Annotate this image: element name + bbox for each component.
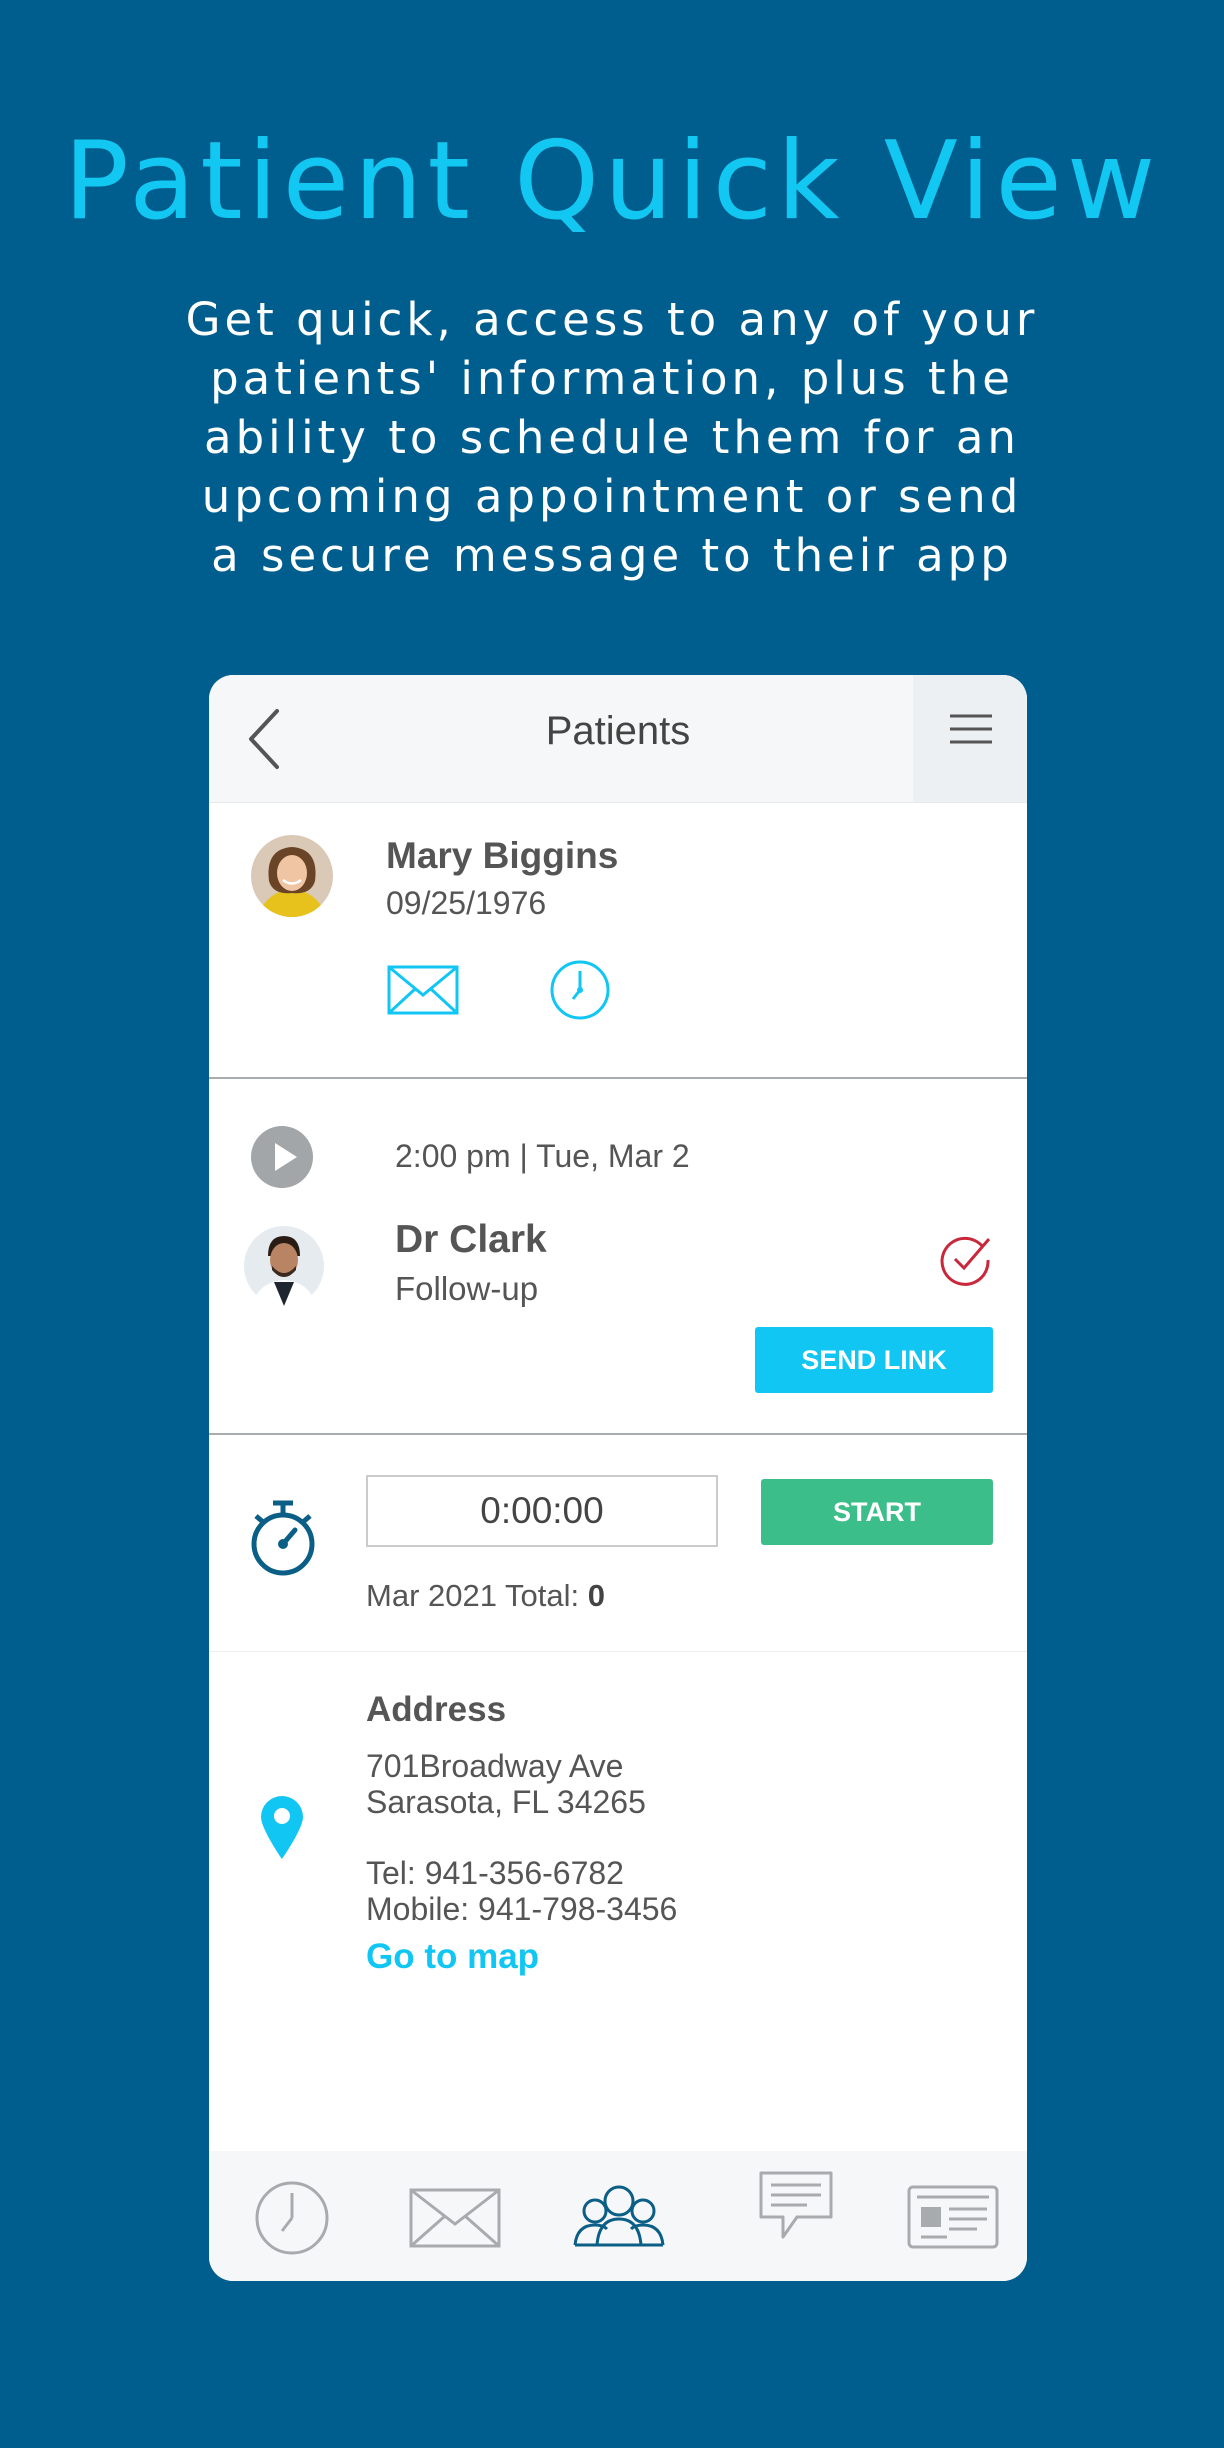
nav-profile-card[interactable]	[903, 2151, 1003, 2281]
month-total: Mar 2021 Total: 0	[366, 1578, 605, 1614]
address-city-state: Sarasota, FL 34265	[366, 1784, 646, 1820]
patients-icon	[573, 2185, 665, 2247]
chevron-left-icon	[249, 709, 279, 769]
patient-avatar	[251, 835, 333, 917]
stopwatch-icon	[247, 1498, 319, 1578]
month-total-label: Mar 2021 Total:	[366, 1578, 588, 1613]
patient-dob: 09/25/1976	[386, 885, 547, 921]
patient-name: Mary Biggins	[386, 835, 619, 876]
hamburger-menu-icon	[950, 714, 992, 744]
start-timer-button[interactable]: START	[761, 1479, 993, 1545]
section-divider	[209, 1433, 1027, 1435]
nav-schedule[interactable]	[245, 2151, 345, 2281]
nav-messages[interactable]	[405, 2151, 505, 2281]
play-icon	[251, 1126, 313, 1188]
phone-mobile: Mobile: 941-798-3456	[366, 1891, 678, 1927]
promo-subtitle: Get quick, access to any of your patient…	[185, 293, 1039, 582]
send-link-button[interactable]: SEND LINK	[755, 1327, 993, 1393]
promo-headline: Patient Quick View	[63, 119, 1161, 244]
app-screen: Patients Mary Biggins 09/25/1976 2:00 pm…	[209, 675, 1027, 2281]
month-total-value: 0	[587, 1578, 605, 1613]
appointment-time: 2:00 pm | Tue, Mar 2	[395, 1138, 690, 1174]
message-patient-button[interactable]	[387, 965, 459, 1015]
clock-icon	[550, 960, 610, 1020]
location-pin-icon	[258, 1793, 306, 1861]
timer-display: 0:00:00	[366, 1475, 718, 1547]
schedule-patient-button[interactable]	[549, 959, 611, 1021]
address-heading: Address	[366, 1690, 507, 1729]
check-circle-icon	[940, 1236, 991, 1286]
doctor-name: Dr Clark	[395, 1218, 547, 1261]
go-to-map-link[interactable]: Go to map	[366, 1937, 539, 1977]
section-divider	[209, 1077, 1027, 1079]
mail-icon	[387, 965, 459, 1015]
back-button[interactable]	[239, 703, 299, 773]
appointment-type: Follow-up	[395, 1270, 539, 1307]
section-divider	[209, 1651, 1027, 1652]
play-button[interactable]	[251, 1126, 313, 1188]
clock-icon	[255, 2181, 329, 2255]
nav-patients[interactable]	[569, 2151, 669, 2281]
phone-tel: Tel: 941-356-6782	[366, 1855, 624, 1891]
confirm-appointment-button[interactable]	[939, 1233, 993, 1287]
id-card-icon	[907, 2185, 999, 2249]
address-street: 701Broadway Ave	[366, 1748, 624, 1784]
page-title: Patients	[545, 709, 691, 753]
nav-chat[interactable]	[747, 2151, 847, 2281]
top-bar: Patients	[209, 675, 1027, 803]
chat-icon	[759, 2171, 833, 2239]
bottom-navigation	[209, 2151, 1027, 2281]
menu-button[interactable]	[913, 675, 1027, 802]
mail-icon	[409, 2188, 501, 2248]
doctor-avatar	[244, 1226, 324, 1306]
